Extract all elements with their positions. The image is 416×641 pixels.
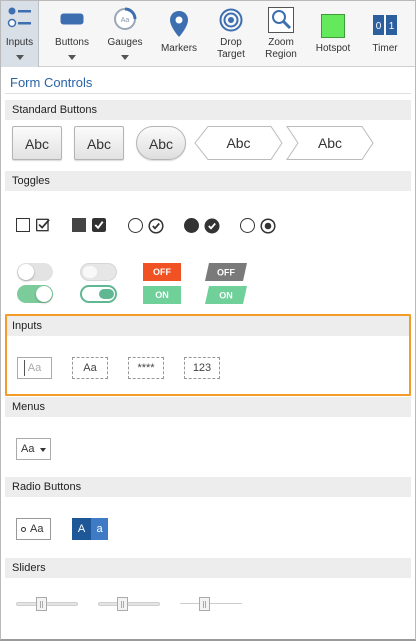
toolbar-gauges-label: Gauges: [107, 37, 143, 48]
toolbar-gauges-button[interactable]: Aa Gauges: [105, 1, 145, 67]
svg-text:OFF: OFF: [217, 268, 235, 278]
switch-off[interactable]: [17, 263, 53, 281]
buttons-icon: [60, 13, 84, 25]
radio-unchecked[interactable]: [128, 218, 143, 233]
toolbar: Inputs Buttons Aa Gauges Markers Drop Ta…: [1, 1, 415, 67]
toolbar-timer-button[interactable]: 0 1 Timer: [365, 1, 405, 67]
toolbar-inputs-label: Inputs: [5, 37, 34, 48]
section-header-radio-buttons: Radio Buttons: [5, 477, 411, 497]
slider-thumb[interactable]: [117, 597, 128, 611]
slider-track: [16, 602, 78, 606]
toolbar-drop-label: Drop: [220, 37, 242, 48]
switch-knob: [99, 289, 114, 299]
standard-button-arrow[interactable]: Abc: [194, 126, 283, 160]
switch-on[interactable]: [17, 285, 53, 303]
timer-icon: 0 1: [373, 15, 397, 35]
section-header-toggles: Toggles: [5, 171, 411, 191]
standard-button-chevron[interactable]: Abc: [286, 126, 374, 160]
slider-thumb[interactable]: [36, 597, 47, 611]
gauge-icon: Aa: [114, 7, 137, 30]
checkbox-filled-unchecked[interactable]: [72, 218, 86, 232]
section-header-sliders: Sliders: [5, 558, 411, 578]
pill-switch-off[interactable]: [80, 263, 117, 281]
toolbar-zoom-label: Zoom: [268, 37, 294, 48]
toolbar-markers-label: Markers: [160, 43, 198, 54]
slider-3[interactable]: [180, 597, 242, 611]
number-input[interactable]: 123: [184, 357, 220, 379]
dropdown-menu[interactable]: Aa: [16, 438, 51, 460]
toolbar-hotspot-label: Hotspot: [315, 43, 351, 54]
svg-text:Aa: Aa: [121, 17, 130, 24]
target-icon: [219, 8, 243, 32]
toolbar-buttons-button[interactable]: Buttons: [51, 1, 93, 67]
standard-button-square-alt[interactable]: Abc: [74, 126, 124, 160]
on-slanted-badge[interactable]: ON: [205, 286, 247, 304]
switch-knob: [83, 266, 97, 278]
text-input[interactable]: Aa: [72, 357, 108, 379]
toolbar-hotspot-button[interactable]: Hotspot: [311, 1, 355, 67]
radio-selected[interactable]: [260, 218, 276, 234]
standard-button-rounded[interactable]: Abc: [136, 126, 186, 160]
text-cursor: [24, 360, 25, 376]
radio-filled-checkmark[interactable]: [204, 218, 220, 234]
chevron-down-icon: [68, 55, 76, 60]
slider-1[interactable]: [16, 597, 78, 611]
slider-2[interactable]: [98, 597, 160, 611]
toolbar-zoom-region-button[interactable]: Zoom Region: [259, 1, 303, 67]
on-badge[interactable]: ON: [143, 286, 181, 304]
toolbar-drop-target-button[interactable]: Drop Target: [209, 1, 253, 67]
toolbar-timer-label: Timer: [372, 43, 398, 54]
segment-a[interactable]: A: [72, 518, 91, 540]
standard-button-square[interactable]: Abc: [12, 126, 62, 160]
chevron-down-icon: [121, 55, 129, 60]
segment-b[interactable]: a: [91, 518, 108, 540]
checkbox-checked[interactable]: [36, 218, 50, 232]
radio-empty[interactable]: [240, 218, 255, 233]
toolbar-target-label: Target: [217, 49, 245, 60]
inputs-highlight-frame: [5, 314, 411, 396]
svg-text:0: 0: [376, 21, 382, 32]
divider: [5, 93, 411, 94]
toolbar-markers-button[interactable]: Markers: [157, 1, 201, 67]
zoom-icon: [268, 7, 294, 33]
radio-filled[interactable]: [184, 218, 199, 233]
off-badge[interactable]: OFF: [143, 263, 181, 281]
inputs-icon: [7, 7, 31, 28]
svg-text:ON: ON: [219, 291, 233, 301]
password-input[interactable]: ****: [128, 357, 164, 379]
checkbox-unchecked[interactable]: [16, 218, 30, 232]
form-controls-panel: Inputs Buttons Aa Gauges Markers Drop Ta…: [0, 0, 416, 641]
switch-knob: [18, 264, 34, 280]
radio-button-option[interactable]: Aa: [16, 518, 51, 540]
map-marker-icon: [170, 11, 188, 37]
radio-dot-icon: [21, 527, 26, 532]
checkbox-filled-checked[interactable]: [92, 218, 106, 232]
off-slanted-badge[interactable]: OFF: [205, 263, 247, 281]
chevron-down-icon: [40, 448, 46, 452]
toolbar-buttons-label: Buttons: [55, 37, 89, 48]
section-header-menus: Menus: [5, 397, 411, 417]
segmented-radio[interactable]: A a: [72, 518, 108, 540]
section-header-standard-buttons: Standard Buttons: [5, 100, 411, 120]
slider-track: [180, 603, 242, 604]
text-input-plain[interactable]: Aa: [17, 357, 52, 379]
radio-checkmark[interactable]: [148, 218, 164, 234]
chevron-down-icon: [15, 55, 24, 60]
toolbar-inputs-button[interactable]: Inputs: [1, 1, 39, 67]
hotspot-icon: [321, 14, 345, 38]
pill-switch-on[interactable]: [80, 285, 117, 303]
toolbar-region-label: Region: [265, 49, 297, 60]
svg-text:1: 1: [389, 21, 395, 32]
panel-title: Form Controls: [10, 75, 93, 90]
switch-knob: [36, 286, 52, 302]
slider-thumb[interactable]: [199, 597, 210, 611]
slider-track: [98, 602, 160, 606]
